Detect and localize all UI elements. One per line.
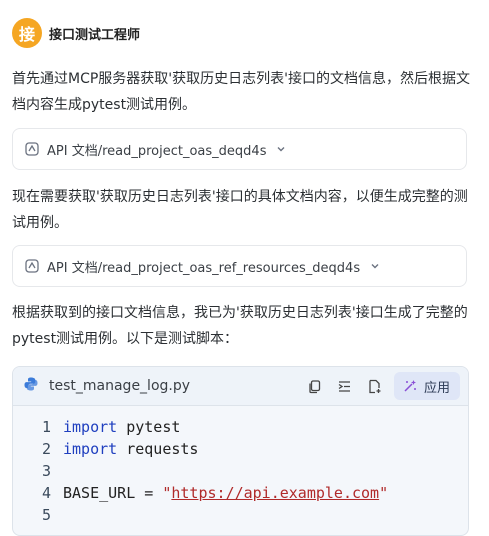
apply-button[interactable]: 应用 (393, 372, 460, 400)
agent-header: 接 接口测试工程师 (12, 18, 140, 48)
line-number: 4 (41, 484, 51, 502)
code-string-quote: " (379, 484, 389, 502)
agent-name: 接口测试工程师 (49, 27, 141, 43)
code-file-name: test_manage_log.py (49, 378, 191, 394)
copy-icon[interactable] (302, 372, 328, 400)
code-line: 2 import requests (13, 438, 468, 460)
api-tool-icon (25, 259, 39, 273)
code-line: 1 import pytest (13, 416, 468, 438)
chevron-down-icon[interactable] (276, 144, 286, 154)
code-line: 3 (13, 460, 468, 482)
code-url[interactable]: https://api.example.com (171, 482, 379, 504)
api-tool-icon (25, 142, 39, 156)
line-number: 3 (41, 462, 51, 480)
agent-avatar: 接 (12, 18, 42, 48)
code-keyword: import (63, 440, 118, 458)
line-number: 5 (41, 506, 51, 524)
code-text: BASE_URL = (63, 484, 163, 502)
code-block-header: test_manage_log.py 应用 (13, 367, 468, 406)
code-line: 5 (13, 504, 468, 526)
tool-call-label: API 文档/read_project_oas_ref_resources_de… (47, 260, 361, 276)
python-file-icon (23, 376, 39, 396)
code-body: 1 import pytest 2 import requests 3 4 BASE_… (13, 406, 468, 526)
code-actions: 应用 (298, 372, 460, 400)
code-block: test_manage_log.py 应用 1 import pytest 2 im… (12, 366, 469, 536)
tool-call-label: API 文档/read_project_oas_deqd4s (47, 143, 267, 159)
code-keyword: import (63, 418, 118, 436)
chevron-down-icon[interactable] (370, 261, 380, 271)
code-string-quote: " (162, 484, 172, 502)
insert-at-cursor-icon[interactable] (332, 372, 358, 400)
new-file-icon[interactable] (362, 372, 388, 400)
line-number: 2 (41, 440, 51, 458)
tool-call-card[interactable]: API 文档/read_project_oas_deqd4s (12, 128, 467, 170)
code-text: pytest (117, 418, 181, 436)
code-text: requests (117, 440, 199, 458)
assistant-message: 根据获取到的接口文档信息，我已为'获取历史日志列表'接口生成了完整的pytest… (12, 305, 468, 347)
assistant-message: 现在需要获取'获取历史日志列表'接口的具体文档内容，以便生成完整的测试用例。 (12, 189, 468, 231)
apply-label: 应用 (423, 380, 450, 396)
code-line: 4 BASE_URL = " https://api.example.com " (13, 482, 468, 504)
assistant-message: 首先通过MCP服务器获取'获取历史日志列表'接口的文档信息，然后根据文档内容生成… (12, 71, 470, 113)
tool-call-card[interactable]: API 文档/read_project_oas_ref_resources_de… (12, 245, 467, 287)
line-number: 1 (41, 418, 51, 436)
